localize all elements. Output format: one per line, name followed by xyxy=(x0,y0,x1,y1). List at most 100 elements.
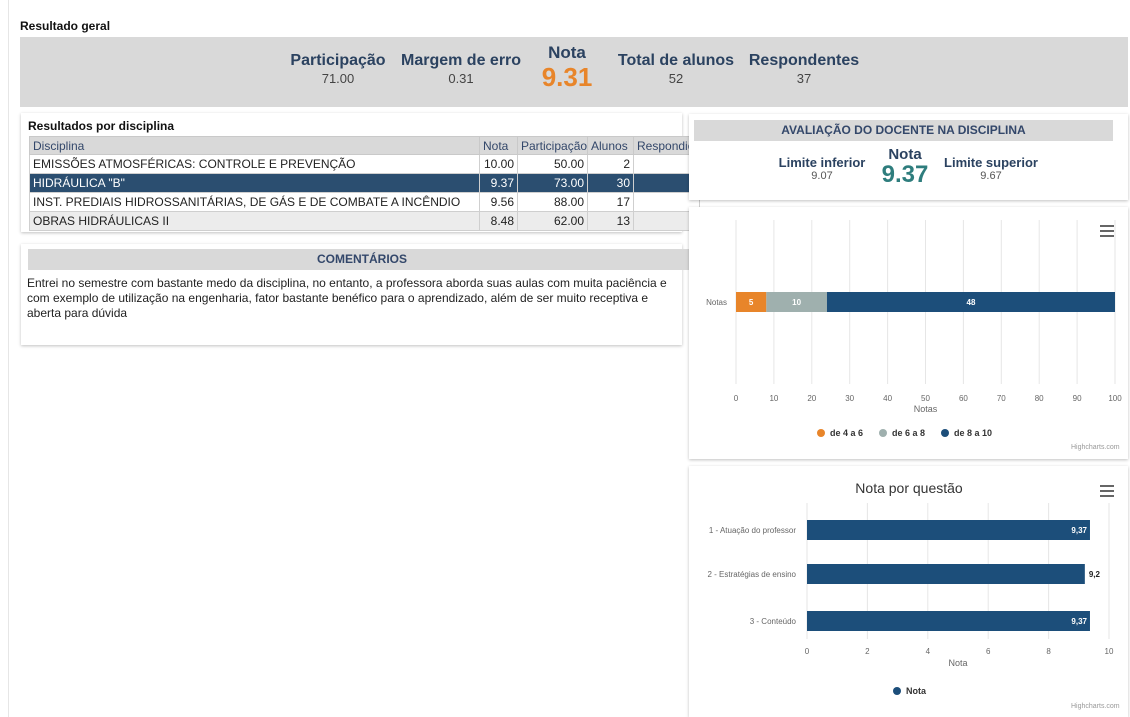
limite-inferior-label: Limite inferior xyxy=(778,155,866,170)
cell-disciplina: OBRAS HIDRÁULICAS II xyxy=(29,211,480,231)
cell-disciplina: HIDRÁULICA "B" xyxy=(29,173,480,193)
x-tick-label: 60 xyxy=(959,394,968,403)
distribution-chart-card: 0 10 20 30 40 50 60 70 80 90 100 Notas Notas 5 10 48 de … xyxy=(689,207,1128,459)
cell-participacao: 62.00 xyxy=(517,211,588,231)
page-title: Resultado geral xyxy=(20,19,111,33)
margem-value: 0.31 xyxy=(448,71,474,86)
nota-value: 9.31 xyxy=(541,62,593,92)
summary-margem: Margem de erro 0.31 xyxy=(401,52,521,86)
x-tick-label: 10 xyxy=(1105,647,1114,656)
bar xyxy=(807,611,1090,631)
x-tick-label: 8 xyxy=(1046,647,1051,656)
x-tick-label: 0 xyxy=(734,394,739,403)
y-category-label: 3 - Conteúdo xyxy=(750,617,797,626)
cell-participacao: 73.00 xyxy=(517,173,588,193)
total-alunos-label: Total de alunos xyxy=(617,52,735,69)
cell-alunos: 13 xyxy=(587,211,634,231)
column-header[interactable]: Participação xyxy=(517,136,588,155)
limite-superior-label: Limite superior xyxy=(944,155,1038,170)
margem-label: Margem de erro xyxy=(401,52,522,69)
table-row[interactable]: INST. PREDIAIS HIDROSSANITÁRIAS, DE GÁS … xyxy=(29,192,700,212)
cell-alunos: 2 xyxy=(587,154,634,174)
limite-inferior-value: 9.07 xyxy=(811,170,833,182)
distribution-chart: 0 10 20 30 40 50 60 70 80 90 100 Notas Notas 5 10 48 de … xyxy=(706,220,1122,438)
legend-marker xyxy=(893,687,901,695)
x-tick-label: 0 xyxy=(805,647,810,656)
table-row[interactable]: HIDRÁULICA "B" 9.37 73.00 30 xyxy=(29,173,700,193)
cell-alunos: 30 xyxy=(587,173,634,193)
respondentes-value: 37 xyxy=(796,71,812,86)
column-header[interactable]: Nota xyxy=(479,136,518,155)
y-category-label: 2 - Estratégias de ensino xyxy=(708,570,797,579)
question-chart: Nota por questão 0 2 4 6 8 10 Nota 1 - Atuação d… xyxy=(708,480,1114,696)
limite-superior-value: 9.67 xyxy=(980,170,1002,182)
cell-participacao: 50.00 xyxy=(517,154,588,174)
comments-card: COMENTÁRIOS Entrei no semestre com basta… xyxy=(21,244,696,345)
disciplines-table: Disciplina Nota Participação Alunos Resp… xyxy=(29,136,700,231)
data-label: 9,37 xyxy=(1071,526,1087,535)
legend-marker xyxy=(817,429,825,437)
chart-credit[interactable]: Highcharts.com xyxy=(1071,703,1120,710)
x-tick-label: 4 xyxy=(926,647,931,656)
cell-nota: 8.48 xyxy=(479,211,518,231)
legend-item: de 4 a 6 xyxy=(830,428,863,438)
y-category-label: 1 - Atuação do professor xyxy=(709,526,797,535)
limite-inferior: Limite inferior 9.07 xyxy=(773,155,871,182)
summary-participacao: Participação 71.00 xyxy=(282,52,394,86)
bar xyxy=(807,564,1085,584)
column-header[interactable]: Alunos xyxy=(587,136,634,155)
x-axis-title: Notas xyxy=(914,404,938,414)
cell-nota: 9.37 xyxy=(479,173,518,193)
participacao-label: Participação xyxy=(290,52,386,69)
table-row[interactable]: OBRAS HIDRÁULICAS II 8.48 62.00 13 xyxy=(29,211,700,231)
legend-item: de 8 a 10 xyxy=(954,428,992,438)
docente-nota-value: 9.37 xyxy=(881,161,929,188)
data-label: 5 xyxy=(749,298,754,307)
cell-alunos: 17 xyxy=(587,192,634,212)
table-header-row: Disciplina Nota Participação Alunos Resp… xyxy=(29,136,700,155)
chart-menu-icon[interactable] xyxy=(1100,485,1114,497)
cell-nota: 9.56 xyxy=(479,192,518,212)
docente-nota: Nota 9.37 xyxy=(875,146,935,189)
bar xyxy=(807,520,1090,540)
page-left-border xyxy=(8,0,9,717)
data-label: 9,2 xyxy=(1089,570,1101,579)
cell-disciplina: INST. PREDIAIS HIDROSSANITÁRIAS, DE GÁS … xyxy=(29,192,480,212)
teacher-evaluation-header: AVALIAÇÃO DO DOCENTE NA DISCIPLINA xyxy=(694,120,1113,141)
disciplines-title: Resultados por disciplina xyxy=(28,119,175,133)
question-chart-card: Nota por questão 0 2 4 6 8 10 Nota 1 - Atuação d… xyxy=(689,466,1128,717)
cell-disciplina: EMISSÕES ATMOSFÉRICAS: CONTROLE E PREVEN… xyxy=(29,154,480,174)
x-tick-label: 20 xyxy=(807,394,816,403)
chart-title: Nota por questão xyxy=(855,480,963,496)
comment-text: Entrei no semestre com bastante medo da … xyxy=(27,276,667,320)
data-label: 9,37 xyxy=(1071,617,1087,626)
summary-panel: Participação 71.00 Margem de erro 0.31 N… xyxy=(20,37,1128,107)
y-category-label: Notas xyxy=(706,298,727,307)
x-tick-label: 90 xyxy=(1073,394,1082,403)
table-row[interactable]: EMISSÕES ATMOSFÉRICAS: CONTROLE E PREVEN… xyxy=(29,154,700,174)
cell-nota: 10.00 xyxy=(479,154,518,174)
x-tick-label: 50 xyxy=(921,394,930,403)
teacher-evaluation-card: AVALIAÇÃO DO DOCENTE NA DISCIPLINA Limit… xyxy=(689,114,1128,200)
chart-credit[interactable]: Highcharts.com xyxy=(1071,444,1120,451)
disciplines-card: Resultados por disciplina Disciplina Not… xyxy=(21,113,700,232)
x-tick-label: 6 xyxy=(986,647,991,656)
respondentes-label: Respondentes xyxy=(748,52,860,69)
data-label: 48 xyxy=(967,298,976,307)
summary-respondentes: Respondentes 37 xyxy=(744,52,864,86)
x-tick-label: 100 xyxy=(1108,394,1122,403)
legend-item: de 6 a 8 xyxy=(892,428,925,438)
x-tick-label: 30 xyxy=(845,394,854,403)
participacao-value: 71.00 xyxy=(321,71,355,86)
summary-nota: Nota 9.31 xyxy=(535,43,599,93)
nota-label: Nota xyxy=(548,43,586,62)
legend-marker xyxy=(941,429,949,437)
x-tick-label: 80 xyxy=(1035,394,1044,403)
chart-menu-icon[interactable] xyxy=(1100,225,1114,237)
x-tick-label: 40 xyxy=(883,394,892,403)
x-tick-label: 70 xyxy=(997,394,1006,403)
legend-marker xyxy=(879,429,887,437)
column-header[interactable]: Disciplina xyxy=(29,136,480,155)
limite-superior: Limite superior 9.67 xyxy=(939,155,1043,182)
cell-participacao: 88.00 xyxy=(517,192,588,212)
